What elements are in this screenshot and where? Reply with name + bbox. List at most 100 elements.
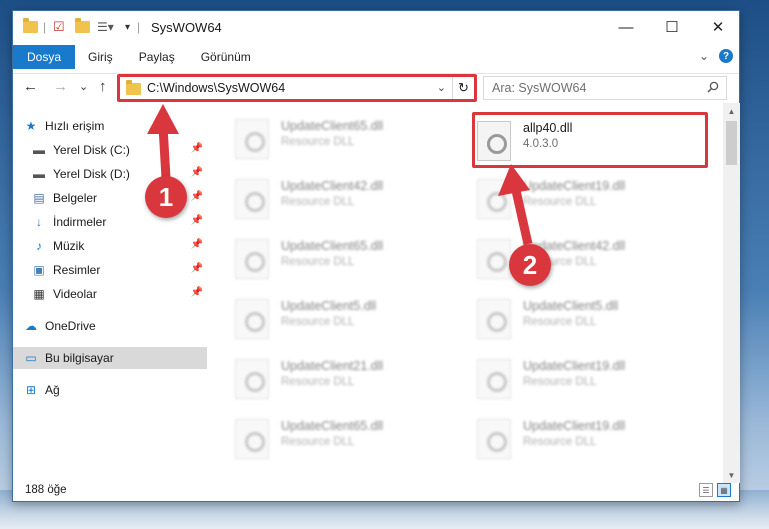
pin-icon[interactable]: 📌 bbox=[191, 263, 203, 274]
pin-icon[interactable]: 📌 bbox=[191, 143, 203, 154]
step-marker-1: 1 bbox=[145, 176, 187, 218]
pin-icon[interactable]: 📌 bbox=[191, 239, 203, 250]
dll-file-icon bbox=[477, 299, 511, 339]
properties-icon[interactable]: ☑ bbox=[53, 19, 65, 35]
list-item[interactable]: UpdateClient19.dll Resource DLL bbox=[477, 355, 707, 405]
customize-toolbar-icon[interactable]: ▾ bbox=[125, 19, 130, 35]
file-name: UpdateClient5.dll bbox=[281, 299, 377, 313]
sidebar-item-label: Yerel Disk (D:) bbox=[53, 167, 130, 181]
sidebar-item-videos[interactable]: ▦ Videolar 📌 bbox=[31, 283, 207, 305]
file-description: Resource DLL bbox=[281, 136, 355, 148]
title-bar: | ☑ ☰▾ ▾ | SysWOW64 — ☐ ✕ bbox=[13, 11, 739, 43]
file-list: UpdateClient65.dll Resource DLL UpdateCli… bbox=[221, 111, 721, 479]
sidebar-item-label: Ağ bbox=[45, 383, 60, 397]
scroll-up-arrow[interactable]: ▲ bbox=[723, 103, 740, 119]
tab-share[interactable]: Paylaş bbox=[126, 45, 188, 69]
sidebar-item-network[interactable]: ⊞ Ağ bbox=[23, 379, 207, 401]
minimize-button[interactable]: — bbox=[603, 11, 649, 43]
tab-file[interactable]: Dosya bbox=[13, 45, 76, 69]
tab-home[interactable]: Giriş bbox=[75, 45, 126, 69]
network-icon: ⊞ bbox=[25, 383, 37, 397]
list-item[interactable]: UpdateClient21.dll Resource DLL bbox=[235, 355, 465, 405]
list-item[interactable]: UpdateClient5.dll Resource DLL bbox=[235, 295, 465, 345]
list-item[interactable]: UpdateClient42.dll Resource DLL bbox=[235, 175, 465, 225]
dll-file-icon bbox=[235, 419, 269, 459]
view-options-icon[interactable]: ☰▾ bbox=[97, 19, 114, 35]
search-box[interactable]: Ara: SysWOW64 bbox=[483, 76, 727, 100]
file-name: UpdateClient65.dll bbox=[281, 419, 384, 433]
file-description: Resource DLL bbox=[523, 196, 597, 208]
tab-view[interactable]: Görünüm bbox=[188, 45, 264, 69]
search-input[interactable]: Ara: SysWOW64 bbox=[492, 81, 586, 95]
pin-icon[interactable]: 📌 bbox=[191, 191, 203, 202]
file-description: Resource DLL bbox=[523, 376, 597, 388]
navigation-pane: ★ Hızlı erişim ▬ Yerel Disk (C:) 📌 ▬ Yer… bbox=[13, 111, 207, 471]
help-icon[interactable]: ? bbox=[719, 49, 733, 63]
file-description: Resource DLL bbox=[523, 316, 597, 328]
pin-icon[interactable]: 📌 bbox=[191, 215, 203, 226]
dll-file-icon bbox=[235, 299, 269, 339]
new-folder-icon[interactable] bbox=[75, 18, 90, 35]
maximize-button[interactable]: ☐ bbox=[649, 11, 695, 43]
dll-file-icon bbox=[235, 359, 269, 399]
list-item[interactable]: UpdateClient65.dll Resource DLL bbox=[235, 235, 465, 285]
file-description: Resource DLL bbox=[523, 436, 597, 448]
file-name: UpdateClient65.dll bbox=[281, 239, 384, 253]
list-item[interactable]: UpdateClient65.dll Resource DLL bbox=[235, 115, 465, 165]
file-description: Resource DLL bbox=[281, 256, 355, 268]
sidebar-item-label: Müzik bbox=[53, 239, 85, 253]
sidebar-item-downloads[interactable]: ↓ İndirmeler 📌 bbox=[31, 211, 207, 233]
recent-locations-button[interactable]: ⌄ bbox=[79, 80, 88, 93]
computer-icon: ▭ bbox=[25, 351, 37, 365]
drive-icon: ▬ bbox=[33, 143, 45, 157]
status-bar: 188 öğe ☰ ▦ bbox=[13, 481, 739, 501]
sidebar-item-label: Bu bilgisayar bbox=[45, 351, 114, 365]
sidebar-item-label: Belgeler bbox=[53, 191, 98, 205]
search-icon[interactable] bbox=[707, 81, 719, 93]
drive-icon: ▬ bbox=[33, 167, 45, 181]
separator: | bbox=[137, 20, 141, 34]
file-description: Resource DLL bbox=[281, 436, 355, 448]
list-item[interactable]: UpdateClient19.dll Resource DLL bbox=[477, 415, 707, 465]
pin-icon[interactable]: 📌 bbox=[191, 287, 203, 298]
sidebar-item-label: OneDrive bbox=[45, 319, 96, 333]
item-count: 188 öğe bbox=[25, 484, 67, 496]
expand-ribbon-icon[interactable]: ⌄ bbox=[699, 49, 709, 63]
vertical-scrollbar[interactable]: ▲ ▼ bbox=[723, 103, 740, 483]
details-view-icon[interactable]: ☰ bbox=[699, 483, 713, 497]
star-icon: ★ bbox=[25, 119, 37, 133]
back-button[interactable]: ← bbox=[23, 78, 38, 95]
list-item[interactable]: UpdateClient5.dll Resource DLL bbox=[477, 295, 707, 345]
dll-file-icon bbox=[477, 419, 511, 459]
forward-button[interactable]: → bbox=[53, 78, 68, 95]
sidebar-item-music[interactable]: ♪ Müzik 📌 bbox=[31, 235, 207, 257]
pictures-icon: ▣ bbox=[33, 263, 45, 277]
sidebar-item-disk-c[interactable]: ▬ Yerel Disk (C:) 📌 bbox=[31, 139, 207, 161]
file-highlight-box bbox=[472, 112, 708, 168]
sidebar-item-label: İndirmeler bbox=[53, 215, 107, 229]
list-item[interactable]: UpdateClient19.dll Resource DLL bbox=[477, 175, 707, 225]
file-name: UpdateClient19.dll bbox=[523, 359, 626, 373]
sidebar-item-onedrive[interactable]: ☁ OneDrive bbox=[23, 315, 207, 337]
file-description: Resource DLL bbox=[281, 196, 355, 208]
pin-icon[interactable]: 📌 bbox=[191, 167, 203, 178]
sidebar-item-this-pc[interactable]: ▭ Bu bilgisayar bbox=[13, 347, 207, 369]
navigation-bar: ← → ⌄ ↑ C:\Windows\SysWOW64 ⌄ ↻ Ara: Sys… bbox=[13, 73, 739, 103]
file-name: UpdateClient65.dll bbox=[281, 119, 384, 133]
list-item[interactable]: UpdateClient65.dll Resource DLL bbox=[235, 415, 465, 465]
close-button[interactable]: ✕ bbox=[695, 11, 741, 43]
up-button[interactable]: ↑ bbox=[99, 78, 107, 95]
file-name: UpdateClient19.dll bbox=[523, 179, 626, 193]
documents-icon: ▤ bbox=[33, 191, 45, 205]
file-explorer-window: | ☑ ☰▾ ▾ | SysWOW64 — ☐ ✕ Dosya Giriş Pa… bbox=[12, 10, 740, 502]
sidebar-item-quick-access[interactable]: ★ Hızlı erişim bbox=[23, 115, 207, 137]
dll-file-icon bbox=[235, 239, 269, 279]
file-name: UpdateClient5.dll bbox=[523, 299, 619, 313]
tiles-view-icon[interactable]: ▦ bbox=[717, 483, 731, 497]
sidebar-item-pictures[interactable]: ▣ Resimler 📌 bbox=[31, 259, 207, 281]
scroll-thumb[interactable] bbox=[726, 121, 737, 165]
folder-icon bbox=[23, 18, 38, 35]
file-name: UpdateClient19.dll bbox=[523, 419, 626, 433]
video-icon: ▦ bbox=[33, 287, 45, 301]
ribbon-controls: ⌄ ? bbox=[699, 49, 733, 63]
